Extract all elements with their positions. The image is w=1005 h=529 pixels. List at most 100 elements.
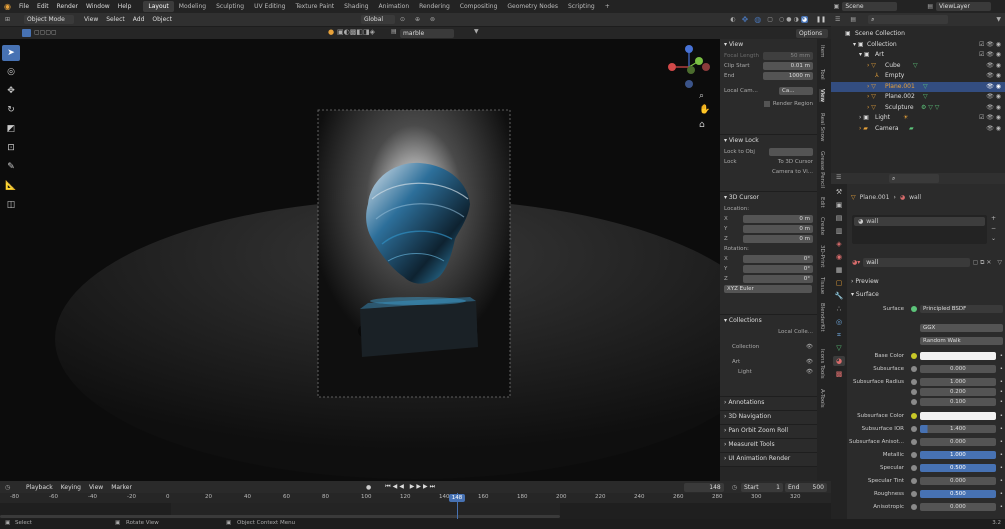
constraints-tab-icon[interactable]: ⌗ xyxy=(833,330,845,340)
proportional-icon[interactable]: ⊚ xyxy=(430,16,435,23)
render-region-checkbox[interactable] xyxy=(763,101,770,107)
tab-texture-paint[interactable]: Texture Paint xyxy=(290,1,339,12)
keyframe-dot-icon[interactable]: • xyxy=(1000,478,1003,484)
keyframe-dot-icon[interactable]: • xyxy=(1000,389,1003,395)
tab-rendering[interactable]: Rendering xyxy=(414,1,455,12)
cursor-tool-icon[interactable]: ◎ xyxy=(2,64,20,80)
measure-tool-icon[interactable]: 📐 xyxy=(2,178,20,194)
shading-color-icon[interactable]: ● xyxy=(328,28,334,36)
wireframe-shading-icon[interactable]: ○ xyxy=(779,16,784,23)
tab-create[interactable]: Create xyxy=(819,217,825,235)
xray-icon[interactable]: ▢ xyxy=(767,16,773,23)
pan-hand-icon[interactable]: ✋ xyxy=(699,105,710,115)
property-value-field[interactable]: 0.100 xyxy=(920,398,996,406)
menu-edit[interactable]: Edit xyxy=(33,0,53,13)
property-value-field[interactable]: 0.000 xyxy=(920,503,996,511)
row-visibility-icons[interactable]: ☑ 👁 ◉ xyxy=(979,50,1001,61)
tab-scripting[interactable]: Scripting xyxy=(563,1,600,12)
tab-blenderkit[interactable]: BlenderKit xyxy=(819,303,825,332)
solid-shading-icon[interactable]: ● xyxy=(786,16,791,23)
rot-y-field[interactable]: 0° xyxy=(743,265,813,273)
mode-selector[interactable]: Object Mode xyxy=(24,15,74,24)
texture-tab-icon[interactable]: ▩ xyxy=(833,369,845,379)
camera-view-icon[interactable]: ⌂ xyxy=(699,120,705,130)
collections-header[interactable]: ▾ Collections xyxy=(720,315,817,327)
3d-cursor-header[interactable]: ▾ 3D Cursor xyxy=(720,192,817,204)
eye-icon[interactable]: 👁 xyxy=(806,367,813,377)
outliner-row-sculpture[interactable]: › ▽ Sculpture ⚙ ▽ ▽ 👁 ◉ xyxy=(831,103,1005,114)
fake-user-icon[interactable]: ▢ ⧉ ✕ xyxy=(973,259,992,267)
menu-window[interactable]: Window xyxy=(82,0,114,13)
property-value-field[interactable]: 0.500 xyxy=(920,490,996,498)
shading-options-icons[interactable]: ▣◐▩◧◨◈ xyxy=(337,28,375,36)
surface-panel-header[interactable]: ▾ Surface xyxy=(851,289,1003,300)
tab-tool[interactable]: Tool xyxy=(819,69,825,80)
material-slot-row[interactable]: ◕ wall xyxy=(854,217,985,226)
rot-z-field[interactable]: 0° xyxy=(743,275,813,283)
menu-add[interactable]: Add xyxy=(129,13,149,26)
tab-compositing[interactable]: Compositing xyxy=(455,1,503,12)
tab-grease-pencil[interactable]: Grease Pencil xyxy=(819,151,825,188)
surface-shader-field[interactable]: Principled BSDF xyxy=(920,305,1003,313)
material-selector[interactable]: marble xyxy=(400,29,454,38)
pivot-icon[interactable]: ⊙ xyxy=(400,16,405,23)
rot-x-field[interactable]: 0° xyxy=(743,255,813,263)
display-mode-icon[interactable]: ▤ xyxy=(850,16,856,23)
scale-tool-icon[interactable]: ◩ xyxy=(2,121,20,137)
local-collections-label[interactable]: Local Colle... xyxy=(778,327,813,337)
keyframe-dot-icon[interactable]: • xyxy=(1000,399,1003,405)
property-value-field[interactable]: 1.000 xyxy=(920,378,996,386)
collection-tab-icon[interactable]: ▦ xyxy=(833,265,845,275)
menu-view[interactable]: View xyxy=(80,13,102,26)
row-visibility-icons[interactable]: 👁 ◉ xyxy=(986,82,1001,93)
outliner-row-art[interactable]: ▾ ▣ Art ☑ 👁 ◉ xyxy=(831,50,1005,61)
subsurface-method-dropdown[interactable]: Random Walk xyxy=(920,337,1003,345)
timeline-keying-menu[interactable]: Keying xyxy=(57,481,85,494)
eye-icon[interactable]: 👁 xyxy=(806,342,813,352)
color-swatch[interactable] xyxy=(920,412,996,420)
menu-help[interactable]: Help xyxy=(114,0,136,13)
tab-shading[interactable]: Shading xyxy=(339,1,373,12)
keyframe-dot-icon[interactable]: • xyxy=(1000,366,1003,372)
keyframe-dot-icon[interactable]: • xyxy=(1000,426,1003,432)
3d-navigation-header[interactable]: › 3D Navigation xyxy=(720,411,817,423)
properties-editor-icon[interactable]: ☰ xyxy=(836,174,841,181)
scene-selector[interactable]: Scene xyxy=(842,2,898,11)
to-3d-cursor-label[interactable]: To 3D Cursor xyxy=(778,157,813,167)
timeline-scrollbar[interactable] xyxy=(0,515,560,518)
tab-geometry-nodes[interactable]: Geometry Nodes xyxy=(502,1,563,12)
color-swatch[interactable] xyxy=(920,352,996,360)
view-lock-header[interactable]: ▾ View Lock xyxy=(720,135,817,147)
tab-tissue[interactable]: Tissue xyxy=(819,277,825,294)
row-visibility-icons[interactable]: 👁 ◉ xyxy=(986,103,1001,114)
outliner-row-plane-002[interactable]: › ▽ Plane.002 ▽ 👁 ◉ xyxy=(831,92,1005,103)
view-section-header[interactable]: ▾ View xyxy=(720,39,817,51)
view-layer-selector[interactable]: ViewLayer xyxy=(936,2,991,11)
material-shading-icon[interactable]: ◑ xyxy=(793,16,798,23)
camera-to-view-label[interactable]: Camera to Vi... xyxy=(772,167,813,177)
collection-item-light[interactable]: Light xyxy=(724,367,752,377)
tab-layout[interactable]: Layout xyxy=(143,1,174,12)
object-tab-icon[interactable]: ▢ xyxy=(833,278,845,288)
modifier-tab-icon[interactable]: 🔧 xyxy=(833,291,845,301)
rendered-shading-icon[interactable]: ◕ xyxy=(800,16,808,23)
gizmo-icon[interactable]: ✥ xyxy=(742,15,749,24)
visibility-icon[interactable]: ◐ xyxy=(730,16,735,23)
record-icon[interactable]: ● xyxy=(366,484,371,491)
menu-select[interactable]: Select xyxy=(102,13,129,26)
select-box-icon[interactable] xyxy=(22,29,31,37)
options-button[interactable]: Options xyxy=(796,29,828,38)
outliner-row-plane-001[interactable]: › ▽ Plane.001 ▽ 👁 ◉ xyxy=(831,81,1005,93)
transform-orientation[interactable]: Global xyxy=(360,15,395,24)
data-tab-icon[interactable]: ▽ xyxy=(833,343,845,353)
row-visibility-icons[interactable]: ☑ 👁 ◉ xyxy=(979,40,1001,51)
collection-item-art[interactable]: Art xyxy=(724,357,740,367)
timeline-playback-menu[interactable]: Playback xyxy=(22,481,57,494)
outliner-row-light[interactable]: › ▣ Light ☀ ☑ 👁 ◉ xyxy=(831,113,1005,124)
material-tab-icon[interactable]: ◕ xyxy=(833,356,845,366)
annotate-tool-icon[interactable]: ✎ xyxy=(2,159,20,175)
select-mode-icons[interactable]: ▢▢▢▢ xyxy=(34,29,57,36)
add-workspace-button[interactable]: + xyxy=(600,1,615,12)
zoom-icon[interactable]: ⌕ xyxy=(699,91,704,101)
rotation-mode-dropdown[interactable]: XYZ Euler xyxy=(724,285,812,293)
